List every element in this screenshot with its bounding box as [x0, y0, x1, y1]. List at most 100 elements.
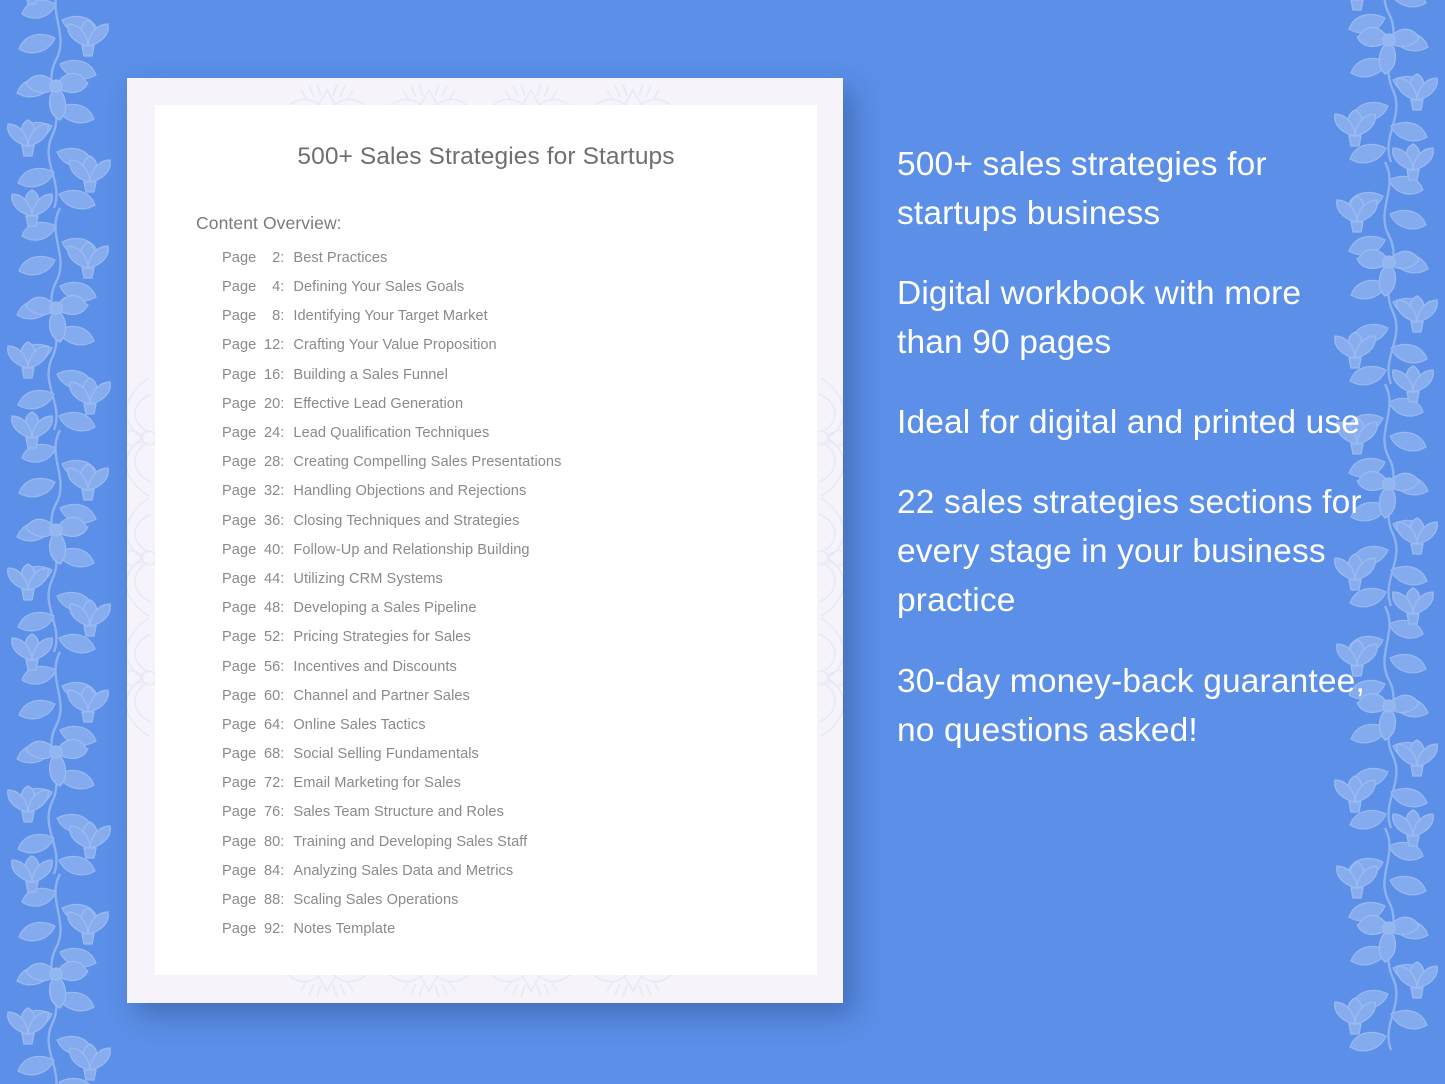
toc-page-number: 28 [263, 454, 281, 471]
toc-section-title: Email Marketing for Sales [293, 775, 461, 792]
toc-section-title: Effective Lead Generation [293, 395, 464, 412]
table-of-contents-list: Page 2: Best Practices Page 4: Defining Your … [222, 250, 817, 951]
promo-text-block: Digital workbook with more than 90 pages [897, 275, 1302, 362]
table-of-contents-item: Page 80: Training and Developing Sales Sta… [222, 834, 817, 863]
table-of-contents-item: Page 20: Effective Lead Generation [222, 396, 817, 425]
toc-page-word: Page [222, 892, 257, 908]
table-of-contents-item: Page 44: Utilizing CRM Systems [222, 571, 817, 600]
toc-section-title: Social Selling Fundamentals [293, 746, 479, 763]
toc-section-title: Follow-Up and Relationship Building [293, 541, 530, 558]
toc-page-number: 12 [263, 337, 281, 354]
promo-text-block: 500+ sales strategies for startups busin… [897, 146, 1267, 233]
toc-page-number: 2 [272, 249, 281, 266]
document-page: 500+ Sales Strategies for Startups Conte… [155, 105, 817, 975]
toc-page-number: 60 [263, 687, 281, 704]
table-of-contents-item: Page 48: Developing a Sales Pipeline [222, 600, 817, 629]
toc-page-word: Page [222, 600, 257, 617]
toc-section-title: Channel and Partner Sales [293, 687, 470, 704]
table-of-contents-item: Page 16: Building a Sales Funnel [222, 367, 817, 396]
toc-colon: : [280, 629, 285, 646]
table-of-contents-item: Page 52: Pricing Strategies for Sales [222, 629, 817, 658]
toc-page-word: Page [222, 454, 257, 471]
toc-colon: : [280, 600, 285, 617]
content-overview-label: Content Overview: [196, 212, 342, 233]
toc-colon: : [280, 775, 285, 792]
toc-page-word: Page [222, 512, 257, 529]
toc-section-title: Closing Techniques and Strategies [293, 512, 520, 529]
promo-text-block: Ideal for digital and printed use [897, 404, 1361, 442]
toc-page-number: 76 [263, 804, 281, 821]
toc-page-word: Page [222, 425, 257, 441]
promo-text-block: 22 sales strategies sections for every s… [897, 484, 1362, 620]
toc-colon: : [280, 804, 285, 821]
toc-section-title: Sales Team Structure and Roles [293, 804, 504, 821]
table-of-contents-item: Page 84: Analyzing Sales Data and Metrics [222, 863, 817, 892]
toc-colon: : [280, 308, 285, 325]
promo-column: 500+ sales strategies for startups busin… [897, 140, 1367, 755]
table-of-contents-item: Page 56: Incentives and Discounts [222, 659, 817, 688]
table-of-contents-item: Page 76: Sales Team Structure and Roles [222, 804, 817, 833]
table-of-contents-item: Page 40: Follow-Up and Relationship Buildi… [222, 542, 817, 571]
document-card: 500+ Sales Strategies for Startups Conte… [127, 78, 843, 1003]
toc-page-number: 4 [272, 279, 281, 296]
toc-page-number: 20 [263, 395, 281, 412]
toc-page-number: 64 [263, 716, 281, 733]
toc-colon: : [280, 425, 285, 441]
toc-section-title: Building a Sales Funnel [293, 366, 448, 383]
toc-colon: : [280, 541, 285, 558]
toc-section-title: Training and Developing Sales Staff [293, 833, 528, 850]
toc-section-title: Analyzing Sales Data and Metrics [293, 862, 514, 879]
toc-section-title: Best Practices [293, 249, 388, 266]
toc-section-title: Handling Objections and Rejections [293, 483, 527, 500]
toc-colon: : [280, 716, 285, 733]
toc-colon: : [280, 279, 285, 296]
toc-colon: : [280, 687, 285, 704]
toc-page-word: Page [222, 687, 257, 704]
toc-page-word: Page [222, 746, 257, 763]
toc-colon: : [280, 892, 285, 908]
toc-colon: : [280, 483, 285, 500]
toc-section-title: Creating Compelling Sales Presentations [293, 454, 562, 471]
toc-colon: : [280, 833, 285, 850]
toc-colon: : [280, 746, 285, 763]
table-of-contents-item: Page 60: Channel and Partner Sales [222, 688, 817, 717]
toc-colon: : [280, 454, 285, 471]
toc-page-number: 88 [263, 892, 281, 908]
toc-page-word: Page [222, 833, 257, 850]
toc-section-title: Identifying Your Target Market [293, 308, 488, 325]
toc-page-number: 52 [263, 629, 281, 646]
toc-page-word: Page [222, 658, 257, 675]
toc-section-title: Scaling Sales Operations [293, 892, 459, 908]
table-of-contents-item: Page 64: Online Sales Tactics [222, 717, 817, 746]
table-of-contents-item: Page 8: Identifying Your Target Market [222, 308, 817, 337]
toc-page-word: Page [222, 570, 257, 587]
toc-page-word: Page [222, 541, 257, 558]
toc-page-number: 32 [263, 483, 281, 500]
toc-section-title: Incentives and Discounts [293, 658, 457, 675]
toc-colon: : [280, 862, 285, 879]
page-title: 500+ Sales Strategies for Startups [297, 143, 675, 170]
table-of-contents-item: Page 28: Creating Compelling Sales Present… [222, 454, 817, 483]
toc-colon: : [280, 337, 285, 354]
toc-section-title: Pricing Strategies for Sales [293, 629, 471, 646]
promo-text-block: 30-day money-back guarantee, no question… [897, 662, 1365, 749]
toc-section-title: Utilizing CRM Systems [293, 570, 443, 587]
toc-page-word: Page [222, 716, 257, 733]
toc-colon: : [280, 570, 285, 587]
toc-page-number: 40 [263, 541, 281, 558]
toc-page-number: 68 [263, 746, 281, 763]
table-of-contents-item: Page 68: Social Selling Fundamentals [222, 746, 817, 775]
table-of-contents-item: Page 4: Defining Your Sales Goals [222, 279, 817, 308]
table-of-contents-item: Page 36: Closing Techniques and Strategies [222, 513, 817, 542]
table-of-contents-item: Page 92: Notes Template [222, 921, 817, 950]
toc-colon: : [280, 395, 285, 412]
toc-section-title: Defining Your Sales Goals [293, 279, 465, 296]
toc-colon: : [280, 921, 285, 938]
toc-page-word: Page [222, 249, 257, 266]
toc-section-title: Crafting Your Value Proposition [293, 337, 497, 354]
table-of-contents-item: Page 2: Best Practices [222, 250, 817, 279]
floral-border-left-icon [6, 0, 112, 1084]
toc-page-number: 56 [263, 658, 281, 675]
toc-page-word: Page [222, 337, 257, 354]
toc-section-title: Developing a Sales Pipeline [293, 600, 477, 617]
